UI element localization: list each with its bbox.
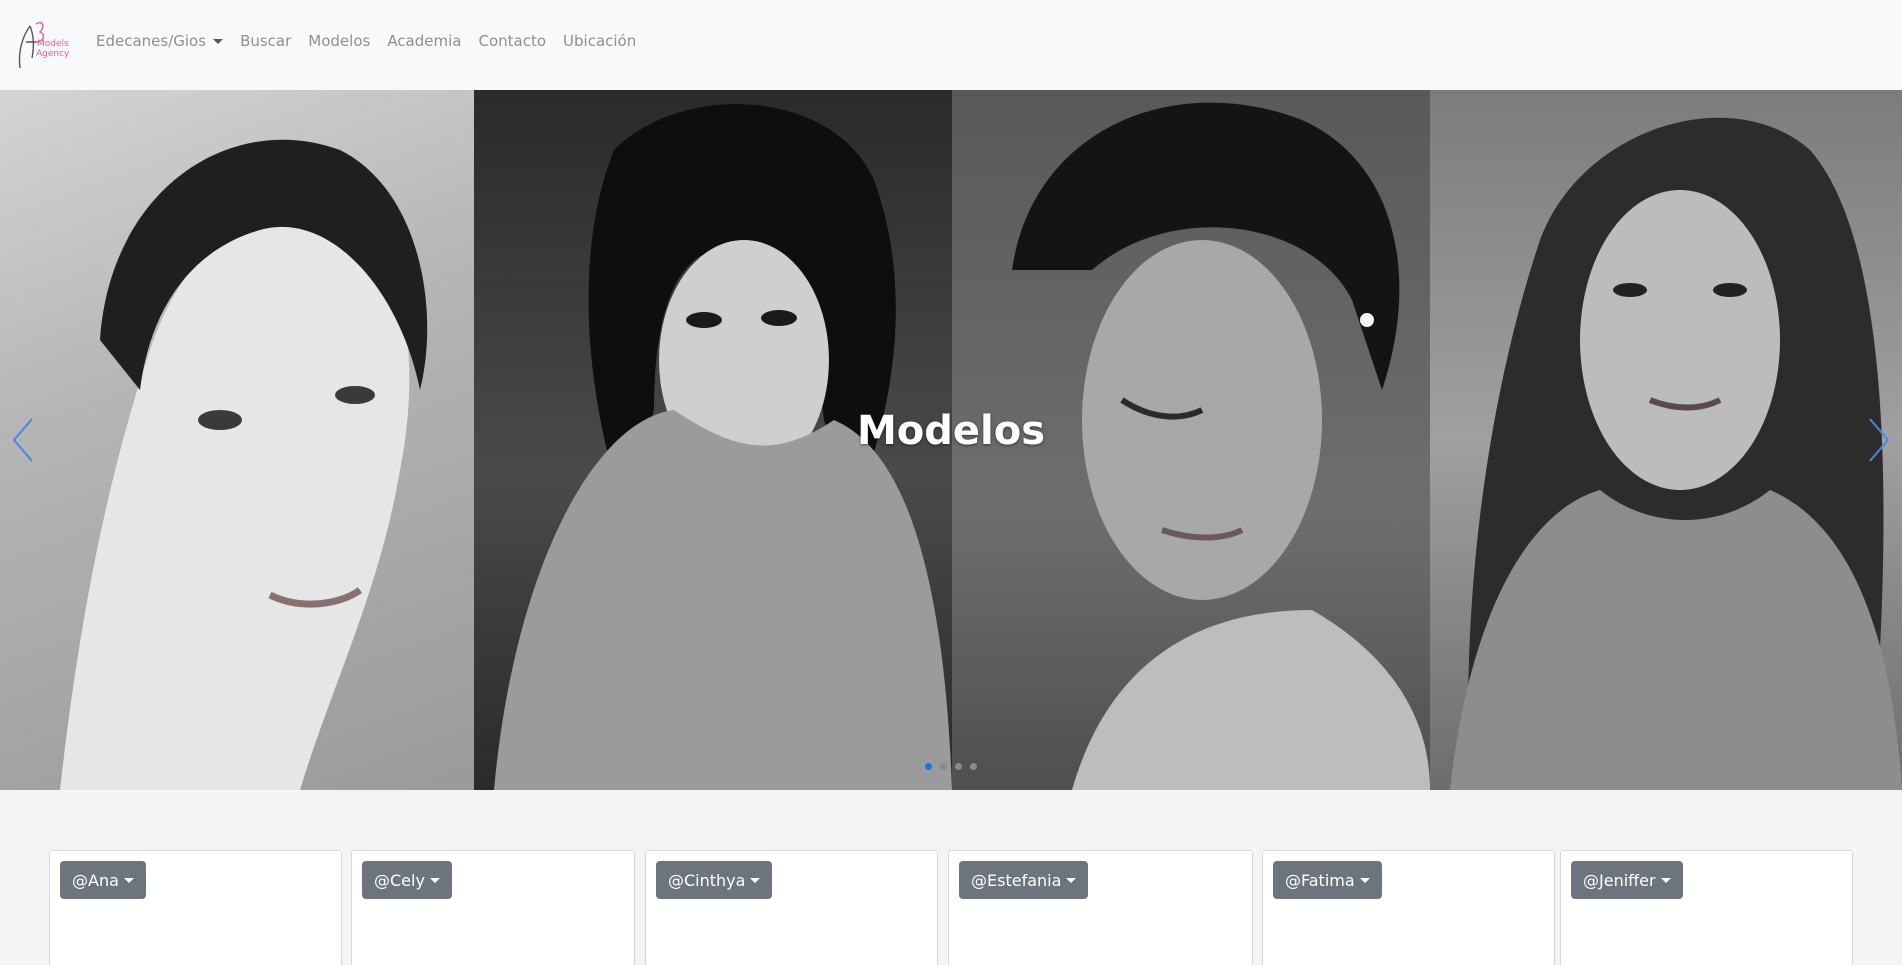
model-handle: @Estefania	[971, 870, 1062, 890]
model-card-ana: @Ana	[49, 850, 342, 965]
carousel-indicators	[0, 763, 1902, 770]
model-card-cely: @Cely	[351, 850, 635, 965]
nav-menu: Edecanes/Gios Buscar Modelos Academia Co…	[96, 32, 653, 50]
caret-down-icon	[750, 877, 761, 883]
caret-down-icon	[1660, 877, 1671, 883]
model-dropdown-button[interactable]: @Jeniffer	[1571, 861, 1683, 899]
caret-down-icon	[429, 877, 440, 883]
carousel-indicator-1[interactable]	[925, 763, 932, 770]
carousel-indicator-2[interactable]	[940, 763, 947, 770]
caret-down-icon	[213, 38, 224, 44]
nav-buscar[interactable]: Buscar	[240, 32, 291, 50]
navbar: Models Agency Edecanes/Gios Buscar Model…	[0, 0, 1902, 90]
model-card-cinthya: @Cinthya	[645, 850, 938, 965]
model-handle: @Ana	[72, 870, 119, 890]
model-dropdown-button[interactable]: @Fatima	[1273, 861, 1382, 899]
model-dropdown-button[interactable]: @Ana	[60, 861, 146, 899]
logo-text-models: Models	[37, 39, 69, 49]
nav-edecanes-label: Edecanes/Gios	[96, 32, 207, 50]
model-handle: @Cely	[374, 870, 425, 890]
model-handle: @Fatima	[1285, 870, 1355, 890]
carousel-indicator-4[interactable]	[970, 763, 977, 770]
nav-edecanes-dropdown[interactable]: Edecanes/Gios	[96, 32, 224, 50]
caret-down-icon	[1066, 877, 1077, 883]
logo-text-agency: Agency	[36, 49, 70, 59]
nav-ubicacion[interactable]: Ubicación	[563, 32, 636, 50]
brand-logo[interactable]: Models Agency	[12, 12, 74, 74]
model-card-fatima: @Fatima	[1262, 850, 1555, 965]
carousel-indicator-3[interactable]	[955, 763, 962, 770]
caret-down-icon	[123, 877, 134, 883]
model-dropdown-button[interactable]: @Estefania	[959, 861, 1089, 899]
nav-academia[interactable]: Academia	[387, 32, 461, 50]
hero-carousel: Modelos	[0, 90, 1902, 790]
carousel-caption: Modelos	[856, 408, 1046, 454]
nav-modelos[interactable]: Modelos	[308, 32, 370, 50]
caret-down-icon	[1359, 877, 1370, 883]
model-handle: @Cinthya	[668, 870, 746, 890]
model-card-estefania: @Estefania	[948, 850, 1253, 965]
model-dropdown-button[interactable]: @Cinthya	[656, 861, 773, 899]
model-card-jeniffer: @Jeniffer	[1560, 850, 1853, 965]
model-dropdown-button[interactable]: @Cely	[362, 861, 452, 899]
nav-contacto[interactable]: Contacto	[478, 32, 546, 50]
model-handle: @Jeniffer	[1583, 870, 1656, 890]
